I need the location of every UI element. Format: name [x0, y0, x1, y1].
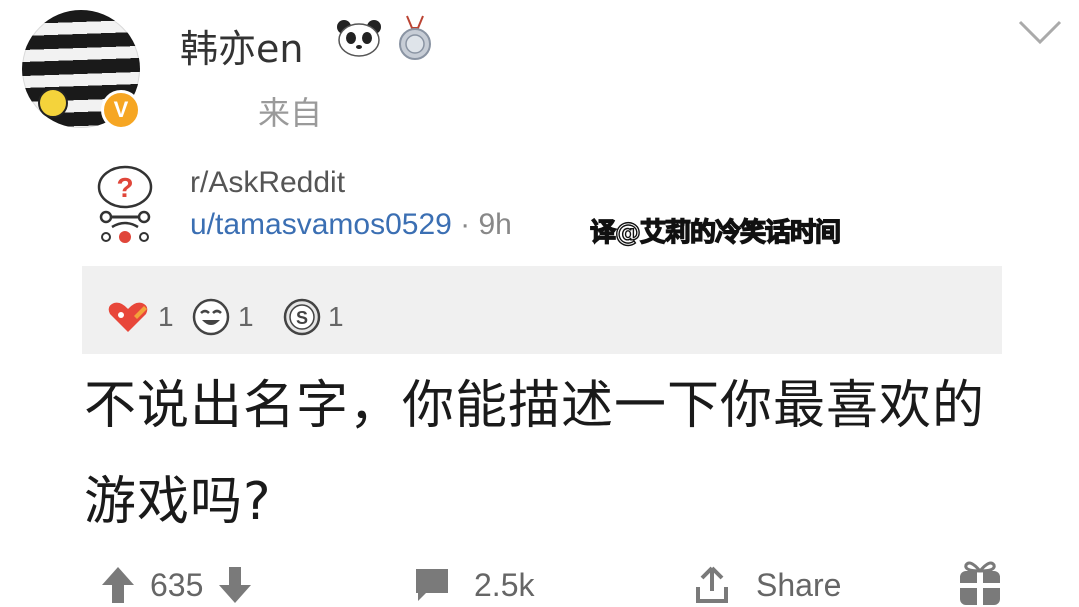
award-item: S 1: [282, 296, 344, 338]
source-label: 来自: [258, 94, 323, 132]
laughing-face-award-icon: [192, 298, 230, 336]
comment-icon: [416, 569, 448, 601]
vote-count: 635: [150, 566, 204, 603]
meta-separator: ·: [460, 208, 471, 241]
post-meta: u/tamasvamos0529 · 9h: [190, 208, 512, 242]
reddit-default-avatar-icon: ?: [97, 165, 153, 243]
award-count: 1: [328, 301, 344, 332]
chevron-down-icon[interactable]: [1016, 14, 1064, 48]
share-icon: [696, 566, 728, 603]
translator-watermark: 译@艾莉的冷笑话时间: [589, 217, 841, 248]
post-title[interactable]: 不说出名字，你能描述一下你最喜欢的游戏吗?: [84, 358, 1004, 550]
award-count: 1: [238, 301, 254, 332]
rocket-heart-award-icon: [108, 302, 148, 332]
share-label: Share: [756, 566, 842, 603]
comments-button[interactable]: 2.5k: [412, 565, 534, 605]
subreddit-link[interactable]: r/AskReddit: [190, 166, 345, 200]
vote-group: 635: [100, 565, 253, 605]
silver-coin-award-icon: S: [283, 298, 321, 336]
svg-text:?: ?: [116, 172, 133, 203]
action-bar: 635 2.5k Share: [0, 555, 1079, 607]
gift-icon: [960, 561, 1000, 605]
comment-count: 2.5k: [474, 566, 535, 603]
upvote-icon[interactable]: [100, 565, 136, 605]
award-item: 1: [190, 296, 254, 338]
author-link[interactable]: u/tamasvamos0529: [190, 208, 452, 241]
post-time: 9h: [478, 208, 512, 241]
share-button[interactable]: Share: [694, 565, 841, 605]
awards-bar: 1 1 S 1: [82, 266, 1002, 354]
medal-icon: [399, 15, 431, 60]
award-button[interactable]: [956, 557, 1004, 607]
award-item: 1: [104, 296, 174, 338]
smiley-icon: [38, 88, 68, 118]
downvote-icon[interactable]: [217, 565, 253, 605]
panda-icon: [337, 20, 381, 57]
award-count: 1: [158, 301, 174, 332]
username[interactable]: 韩亦en: [180, 18, 303, 73]
verified-badge: V: [101, 90, 141, 130]
svg-text:S: S: [296, 308, 308, 328]
